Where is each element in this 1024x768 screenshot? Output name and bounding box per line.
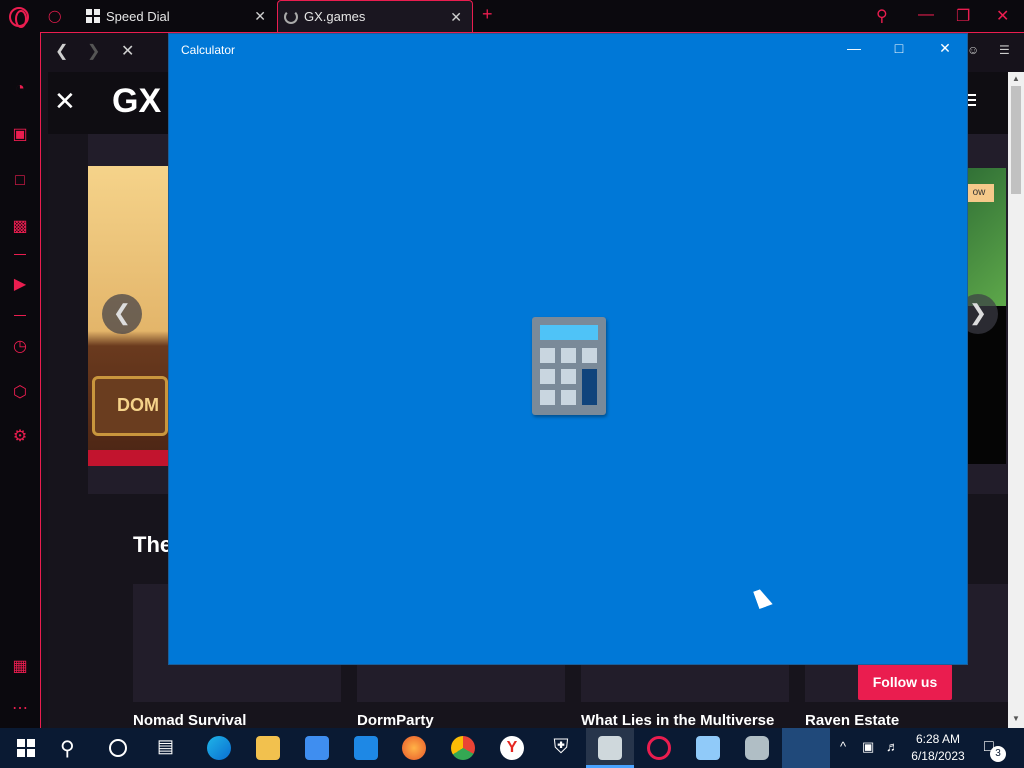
search-icon[interactable]: ⚲ xyxy=(60,736,84,760)
speed-dial-icon xyxy=(86,9,100,23)
close-tab-icon[interactable]: ✕ xyxy=(450,9,462,26)
slide-sign: DOM xyxy=(92,376,168,436)
calc-key xyxy=(582,348,597,363)
game-title[interactable]: What Lies in the Multiverse xyxy=(581,712,774,728)
extensions-icon[interactable]: ⬡ xyxy=(11,384,29,402)
game-title[interactable]: DormParty xyxy=(357,712,434,728)
slide-banner xyxy=(88,450,168,466)
close-icon[interactable]: ✕ xyxy=(54,86,76,117)
chrome-icon[interactable] xyxy=(451,736,475,760)
window-title: Calculator xyxy=(181,43,236,57)
calculator-app-icon xyxy=(532,317,606,415)
tab-label: Speed Dial xyxy=(106,8,170,24)
tab-gamepad[interactable]: ◯ xyxy=(48,0,74,32)
maximize-icon[interactable]: □ xyxy=(889,40,909,56)
minimize-icon[interactable]: — xyxy=(918,6,934,24)
twitch-icon[interactable]: □ xyxy=(11,172,29,190)
firefox-icon[interactable] xyxy=(402,736,426,760)
system-clock[interactable]: 6:28 AM 6/18/2023 xyxy=(908,731,968,765)
camera-icon[interactable] xyxy=(745,736,769,760)
gx-control-icon[interactable]: ◔ xyxy=(11,80,29,98)
gamepad-icon: ◯ xyxy=(48,9,62,23)
edge-icon[interactable] xyxy=(207,736,231,760)
calc-key xyxy=(561,369,576,384)
store-icon[interactable] xyxy=(305,736,329,760)
close-window-icon[interactable]: ✕ xyxy=(996,6,1009,26)
new-tab-icon[interactable]: + xyxy=(482,4,493,25)
scroll-thumb[interactable] xyxy=(1011,86,1021,194)
section-title: The xyxy=(133,532,173,557)
calc-key-equals xyxy=(582,369,597,405)
scroll-up-icon[interactable]: ▲ xyxy=(1011,74,1021,84)
gx-brand-logo[interactable]: GX xyxy=(112,82,161,121)
calc-key xyxy=(540,369,555,384)
carousel-prev-button[interactable]: ❮ xyxy=(102,294,142,334)
network-icon[interactable]: ▣ xyxy=(862,739,874,755)
clock-time: 6:28 AM xyxy=(915,732,961,746)
player-icon[interactable]: ▶ xyxy=(11,276,29,294)
volume-muted-icon[interactable]: ♬ xyxy=(886,739,899,754)
search-icon[interactable]: ⚲ xyxy=(876,6,888,26)
tab-speed-dial[interactable]: Speed Dial ✕ xyxy=(80,0,276,32)
page-scrollbar[interactable]: ▲ ▼ xyxy=(1008,72,1024,728)
paint-icon[interactable] xyxy=(696,736,720,760)
cortana-icon[interactable] xyxy=(109,739,127,757)
sidebar-divider xyxy=(14,254,26,255)
browser-tab-bar: ◯ Speed Dial ✕ GX.games ✕ + ⚲ — ❐ ✕ xyxy=(0,0,1024,32)
game-title[interactable]: Nomad Survival xyxy=(133,712,246,728)
wallpaper-icon[interactable]: ▦ xyxy=(11,658,29,676)
restore-icon[interactable]: ❐ xyxy=(956,6,970,26)
yandex-icon[interactable]: Y xyxy=(500,736,524,760)
windows-taskbar: ⚲ ▤ Y ⛨ ^ ▣ ♬ 6:28 AM 6/18/2023 □ 3 xyxy=(0,728,1024,768)
calculator-taskbar-button[interactable] xyxy=(782,728,830,768)
history-icon[interactable]: ◷ xyxy=(11,338,29,356)
file-explorer-icon[interactable] xyxy=(256,736,280,760)
game-title[interactable]: Raven Estate xyxy=(805,712,899,728)
sidebar-divider xyxy=(14,315,26,316)
start-icon[interactable] xyxy=(14,736,38,760)
calc-key xyxy=(540,348,555,363)
calc-display xyxy=(540,325,598,340)
easy-setup-icon[interactable]: ☰ xyxy=(999,43,1010,57)
follow-us-button[interactable]: Follow us xyxy=(858,664,952,700)
scroll-down-icon[interactable]: ▼ xyxy=(1011,714,1021,724)
task-view-icon[interactable]: ▤ xyxy=(157,736,181,760)
back-icon[interactable]: ❮ xyxy=(55,41,68,61)
hardware-icon[interactable]: ▩ xyxy=(11,218,29,236)
calc-key xyxy=(561,390,576,405)
gx-store-icon[interactable]: ▣ xyxy=(11,126,29,144)
tab-gx-games[interactable]: GX.games ✕ xyxy=(277,0,473,32)
account-icon[interactable]: ☺ xyxy=(967,43,979,57)
close-tab-icon[interactable]: ✕ xyxy=(254,8,266,25)
calc-key xyxy=(540,390,555,405)
close-icon[interactable]: ✕ xyxy=(935,40,955,57)
clock-date: 6/18/2023 xyxy=(911,749,965,763)
loading-spinner-icon xyxy=(284,9,298,24)
slide-tag: ow xyxy=(964,184,994,202)
show-hidden-icons-icon[interactable]: ^ xyxy=(840,739,846,754)
opera-gx-logo-icon[interactable] xyxy=(9,7,29,28)
browser-sidebar: ◔ ▣ □ ▩ ▶ ◷ ⬡ ⚙ ▦ ⋯ xyxy=(0,32,40,728)
forward-icon[interactable]: ❯ xyxy=(87,41,100,61)
security-shield-icon[interactable]: ⛨ xyxy=(549,736,573,760)
calculator-window[interactable]: Calculator — □ ✕ xyxy=(168,33,968,665)
opera-gx-icon[interactable] xyxy=(647,736,671,760)
tab-label: GX.games xyxy=(304,9,366,24)
settings-icon[interactable]: ⚙ xyxy=(11,428,29,446)
stop-loading-icon[interactable]: ✕ xyxy=(121,41,134,61)
minimize-icon[interactable]: — xyxy=(844,40,864,56)
calc-key xyxy=(561,348,576,363)
notification-count-badge: 3 xyxy=(990,746,1006,762)
mail-icon[interactable] xyxy=(354,736,378,760)
app-window-icon[interactable] xyxy=(598,736,622,760)
more-icon[interactable]: ⋯ xyxy=(11,700,29,718)
